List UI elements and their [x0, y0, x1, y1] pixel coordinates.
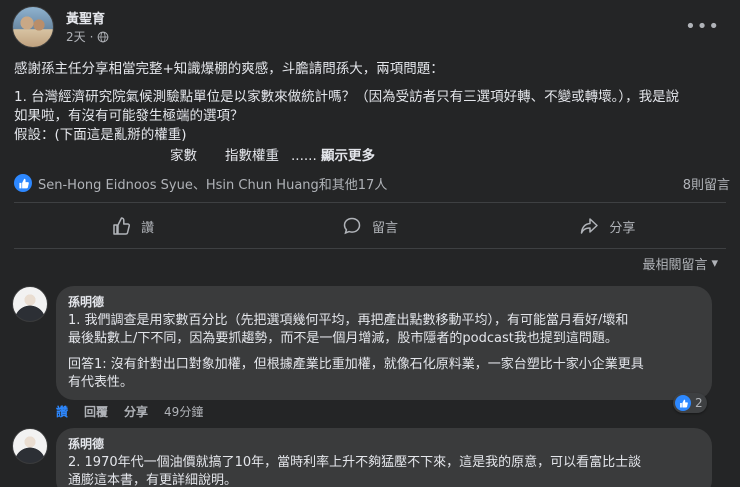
comment-line: 最後點數上/下不同，因為要抓趨勢，而不是一個月增減，股市隱者的podcast我也… [68, 331, 618, 346]
more-horizontal-icon[interactable]: ••• [685, 16, 720, 37]
reaction-count: 2 [695, 396, 703, 410]
like-reaction-icon [675, 395, 691, 411]
commenter-name[interactable]: 孫明德 [68, 435, 700, 452]
commenter-avatar[interactable] [12, 428, 48, 464]
truncation-ellipsis: ...... 顯示更多 [291, 148, 376, 164]
table-col-households: 家數 [170, 148, 197, 164]
thumbs-up-icon [113, 217, 131, 235]
commenter-avatar[interactable] [12, 286, 48, 322]
comment-reaction-badge[interactable]: 2 [673, 393, 707, 413]
sort-label: 最相關留言 [642, 258, 708, 273]
reaction-names[interactable]: Sen-Hong Eidnoos Syue、Hsin Chun Huang和其他… [38, 174, 683, 193]
share-label: 分享 [609, 220, 636, 236]
chevron-down-icon: ▾ [711, 256, 718, 271]
comment-line: 回答1: 沒有針對出口對象加權，但根據產業比重加權，就像石化原料業，一家台塑比十… [68, 357, 644, 372]
comment-reply-button[interactable]: 回覆 [84, 403, 108, 420]
like-label: 讚 [141, 220, 155, 236]
comment-share-button[interactable]: 分享 [124, 403, 148, 420]
post-meta: 2天 · [66, 28, 109, 45]
comment-button[interactable]: 留言 [251, 208, 488, 244]
comment-bubble: 孫明德 1. 我們調查是用家數百分比（先把選項幾何平均，再把產出點數移動平均），… [56, 286, 712, 400]
post-author[interactable]: 黃聖育 [66, 8, 105, 27]
comment-text: 2. 1970年代一個油價就搞了10年，當時利率上升不夠猛壓不下來，這是我的原意… [68, 454, 700, 487]
comment-text: 1. 我們調查是用家數百分比（先把選項幾何平均，再把產出點數移動平均），有可能當… [68, 312, 700, 392]
see-more-link[interactable]: 顯示更多 [321, 148, 375, 164]
comment-like-button[interactable]: 讚 [56, 403, 68, 420]
comment-sort-dropdown[interactable]: 最相關留言 ▾ [642, 254, 718, 273]
public-globe-icon [98, 31, 109, 42]
share-arrow-icon [581, 218, 599, 234]
author-avatar[interactable] [12, 6, 54, 48]
comment-bubble: 孫明德 2. 1970年代一個油價就搞了10年，當時利率上升不夠猛壓不下來，這是… [56, 428, 712, 487]
comment-time[interactable]: 49分鐘 [164, 403, 203, 420]
post-paragraph-2-line-3: 假設：(下面這是亂掰的權重) [14, 127, 187, 143]
comment-label: 留言 [371, 220, 398, 236]
table-col-weight: 指數權重 [225, 148, 279, 164]
post-paragraph-1: 感謝孫主任分享相當完整+知識爆棚的爽感，斗膽請問孫大，兩項問題： [14, 61, 444, 77]
share-button[interactable]: 分享 [489, 208, 726, 244]
commenter-name[interactable]: 孫明德 [68, 293, 700, 310]
post-table-header: 家數 指數權重 ...... 顯示更多 [14, 147, 730, 166]
post-header: 黃聖育 2天 · ••• [12, 6, 728, 50]
post-paragraph-2-line-2: 如果啦，有沒有可能發生極端的選項？ [14, 108, 244, 124]
comment-count[interactable]: 8則留言 [683, 174, 730, 193]
comment-line: 通膨這本書，有更詳細說明。 [68, 473, 238, 487]
comment-actions: 讚 回覆 分享 49分鐘 [56, 403, 203, 420]
comment-bubble-icon [343, 217, 361, 235]
post-action-bar: 讚 留言 分享 [14, 208, 726, 244]
like-button[interactable]: 讚 [14, 208, 251, 244]
post-content: 感謝孫主任分享相當完整+知識爆棚的爽感，斗膽請問孫大，兩項問題： 1. 台灣經濟… [14, 60, 730, 166]
divider [14, 202, 726, 203]
like-reaction-icon[interactable] [14, 174, 32, 192]
reactions-summary: Sen-Hong Eidnoos Syue、Hsin Chun Huang和其他… [14, 172, 730, 194]
comment-line: 1. 我們調查是用家數百分比（先把選項幾何平均，再把產出點數移動平均），有可能當… [68, 313, 629, 328]
comment-line: 有代表性。 [68, 375, 134, 390]
divider [14, 248, 726, 249]
post-paragraph-2-line-1: 1. 台灣經濟研究院氣候測驗點單位是以家數來做統計嗎？（因為受訪者只有三選項好轉… [14, 89, 680, 105]
post-time[interactable]: 2天 [66, 28, 86, 45]
separator-dot: · [89, 29, 94, 44]
comment-line: 2. 1970年代一個油價就搞了10年，當時利率上升不夠猛壓不下來，這是我的原意… [68, 455, 642, 470]
